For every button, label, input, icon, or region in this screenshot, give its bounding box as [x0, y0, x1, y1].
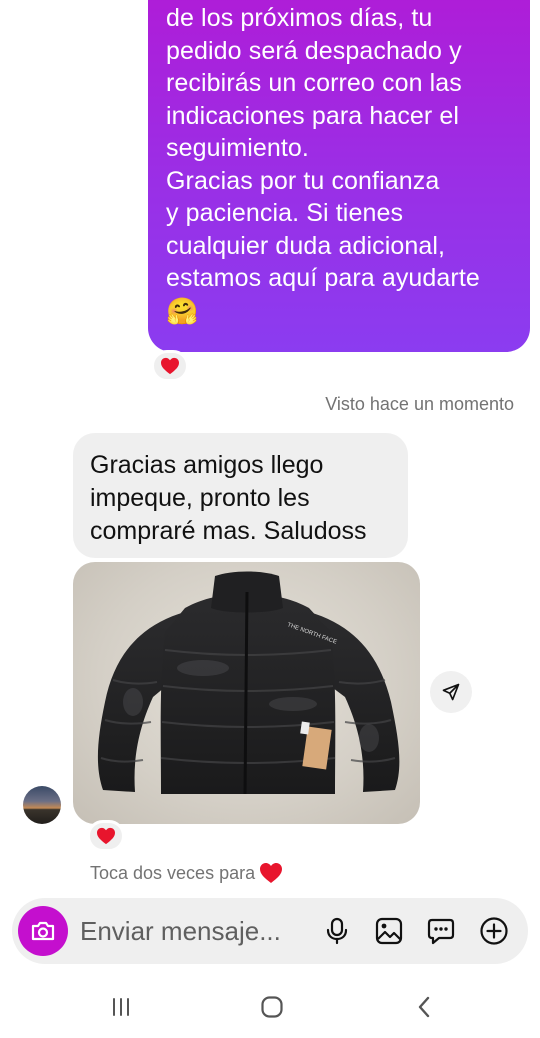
message-line: recibirás un correo con las	[166, 69, 462, 97]
message-reaction[interactable]	[87, 820, 125, 852]
message-line: de los próximos días, tu	[166, 4, 433, 32]
message-composer	[12, 898, 528, 964]
message-input[interactable]	[80, 915, 312, 947]
hugging-face-emoji: 🤗	[166, 295, 199, 326]
camera-button[interactable]	[18, 906, 68, 956]
message-line: y paciencia. Si tienes	[166, 199, 404, 227]
heart-icon	[97, 827, 115, 845]
photo-message[interactable]: THE NORTH FACE	[73, 562, 420, 824]
double-tap-hint: Toca dos veces para	[90, 862, 283, 884]
outgoing-message-bubble[interactable]: de los próximos días, tu pedido será des…	[148, 0, 530, 352]
message-line: seguimiento.	[166, 134, 309, 162]
recent-apps-button[interactable]	[101, 993, 141, 1021]
message-reaction[interactable]	[151, 350, 189, 382]
recent-apps-icon	[113, 998, 129, 1016]
heart-icon	[260, 863, 283, 883]
microphone-icon	[326, 917, 348, 945]
message-line: cualquier duda adicional,	[166, 231, 446, 260]
add-button[interactable]	[475, 912, 513, 950]
seen-status: Visto hace un momento	[325, 394, 514, 414]
sticker-icon	[427, 918, 455, 945]
system-navigation-bar	[0, 975, 540, 1038]
message-line: indicaciones para hacer el	[166, 101, 460, 130]
message-line: estamos aquí para ayudarte	[166, 264, 480, 292]
home-icon	[261, 996, 283, 1018]
avatar[interactable]	[23, 786, 61, 824]
add-icon	[480, 917, 508, 945]
message-line: Gracias amigos llego	[90, 451, 324, 479]
message-line: impeque, pronto les	[90, 484, 310, 512]
back-button[interactable]	[404, 993, 444, 1021]
gallery-icon	[375, 917, 403, 945]
microphone-button[interactable]	[318, 912, 356, 950]
back-icon	[418, 996, 430, 1018]
share-button[interactable]	[430, 671, 472, 713]
message-line: pedido será despachado y	[166, 36, 462, 65]
double-tap-hint-text: Toca dos veces para	[90, 862, 256, 883]
gallery-button[interactable]	[370, 912, 408, 950]
home-button[interactable]	[252, 993, 292, 1021]
message-line: Gracias por tu confianza	[166, 166, 440, 195]
message-line: compraré mas. Saludoss	[90, 517, 367, 545]
sticker-button[interactable]	[422, 912, 460, 950]
puffer-jacket-image: THE NORTH FACE	[97, 571, 400, 795]
camera-icon	[31, 921, 55, 941]
heart-icon	[161, 357, 179, 375]
incoming-message-bubble[interactable]: Gracias amigos llego impeque, pronto les…	[73, 433, 408, 558]
send-icon	[442, 683, 460, 701]
